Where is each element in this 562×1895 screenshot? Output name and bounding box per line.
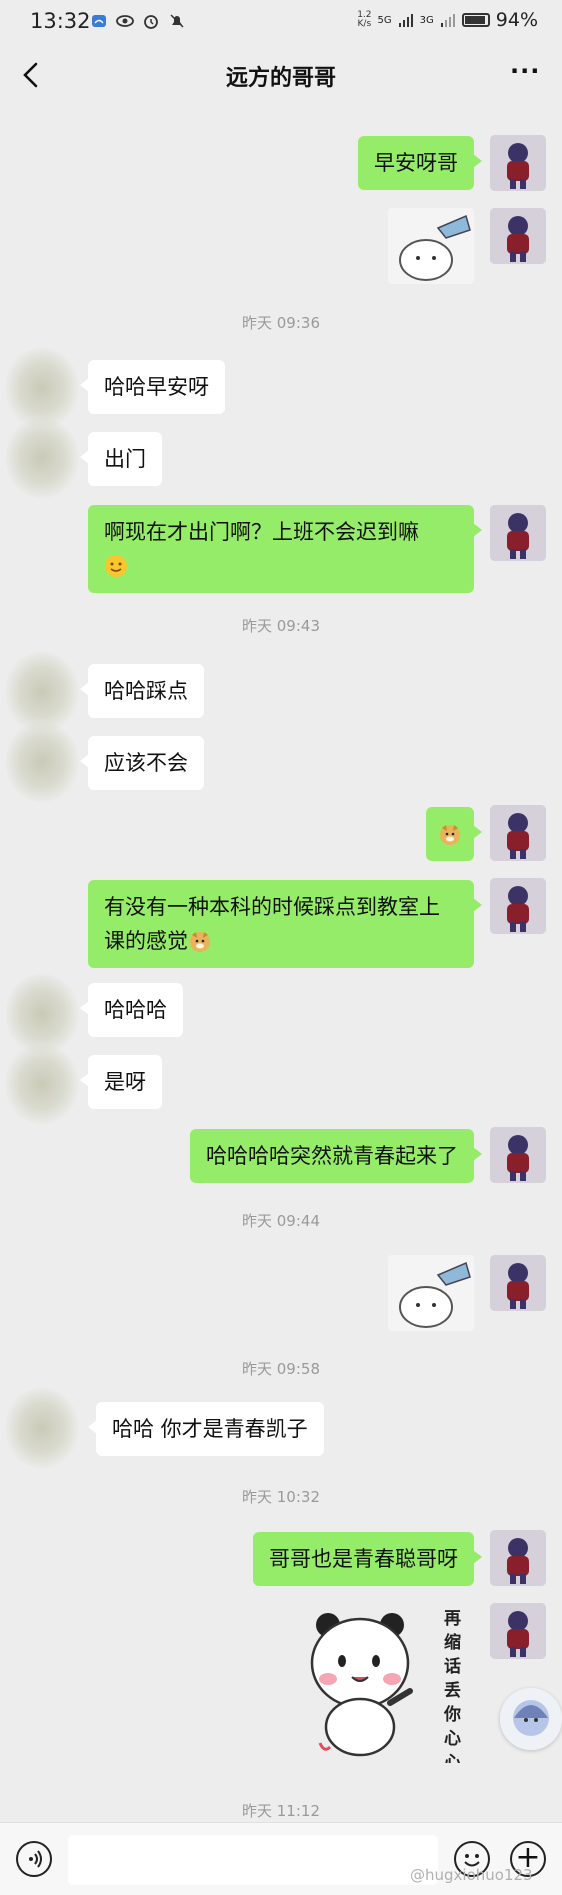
message-incoming[interactable]: 出门 [80,432,162,486]
avatar[interactable] [490,135,546,191]
status-time: 13:32 [30,9,91,33]
avatar[interactable] [490,208,546,264]
network-speed: 1.2 K/s [357,11,371,29]
signal-2-label: 3G [419,14,434,26]
avatar[interactable] [490,878,546,934]
avatar[interactable] [490,1255,546,1311]
voice-icon[interactable] [16,1841,52,1877]
avatar-figure-icon [490,805,546,861]
timestamp: 昨天 09:44 [242,1212,320,1230]
battery-icon [461,13,490,27]
avatar-figure-icon [490,135,546,191]
sticker-caption: 再缩话丢你心心哦 [444,1609,461,1763]
avatar[interactable] [490,805,546,861]
avatar-figure-icon [490,1530,546,1586]
chat-header: 远方的哥哥 ··· [0,42,562,108]
message-incoming[interactable]: 哈哈踩点 [80,664,204,718]
message-outgoing-emoji[interactable] [426,807,482,861]
avatar-figure-icon [490,878,546,934]
timestamp: 昨天 09:43 [242,617,320,635]
message-outgoing[interactable]: 有没有一种本科的时候踩点到教室上课的感觉 [88,880,482,968]
doge-emoji-icon [190,932,210,952]
sticker-pat-head[interactable] [388,208,474,284]
smile-emoji-icon [105,555,127,577]
battery-percent: 94% [495,9,538,31]
sticker-panda[interactable]: 再缩话丢你心心哦 [300,1603,476,1763]
timestamp: 昨天 09:58 [242,1360,320,1378]
message-outgoing[interactable]: 啊现在才出门啊？上班不会迟到嘛 [88,505,482,593]
avatar[interactable] [490,1127,546,1183]
message-outgoing[interactable]: 哈哈哈哈突然就青春起来了 [190,1129,482,1183]
avatar[interactable] [490,1603,546,1659]
message-incoming[interactable]: 应该不会 [80,736,204,790]
message-incoming[interactable]: 哈哈 你才是青春凯子 [88,1402,324,1456]
floating-avatar-widget[interactable] [500,1688,562,1750]
message-incoming[interactable]: 哈哈早安呀 [80,360,225,414]
contact-avatar-blurred[interactable] [6,418,78,498]
status-bar: 13:32 1.2 K/s 5G 3G 94% [0,0,562,42]
bear-pat-sticker-icon [388,1255,474,1331]
mute-bell-icon [170,14,184,28]
message-incoming[interactable]: 哈哈哈 [80,983,183,1037]
status-right: 1.2 K/s 5G 3G 94% [357,9,538,31]
timestamp: 昨天 11:12 [242,1802,320,1820]
alarm-icon [144,15,158,29]
message-input[interactable] [68,1835,438,1885]
input-bar: + [0,1822,562,1895]
timestamp: 昨天 09:36 [242,314,320,332]
avatar-figure-icon [490,1255,546,1311]
signal-icon [398,14,413,27]
avatar-figure-icon [490,1127,546,1183]
more-dots-icon[interactable]: ··· [510,59,540,90]
avatar-figure-icon [490,208,546,264]
anime-avatar-icon [500,1688,562,1750]
signal-2-icon [440,14,455,27]
message-outgoing[interactable]: 早安呀哥 [358,136,482,190]
watermark: @hugxiohuo123 [410,1866,533,1884]
avatar[interactable] [490,505,546,561]
bear-pat-sticker-icon [388,208,474,284]
contact-avatar-blurred[interactable] [6,652,78,732]
contact-avatar-blurred[interactable] [6,974,78,1054]
avatar[interactable] [490,1530,546,1586]
cloud-icon [92,15,106,27]
contact-avatar-blurred[interactable] [6,722,78,802]
sticker-pat-head[interactable] [388,1255,474,1331]
message-text: 有没有一种本科的时候踩点到教室上课的感觉 [104,895,440,953]
message-outgoing[interactable]: 哥哥也是青春聪哥呀 [253,1532,482,1586]
contact-avatar-blurred[interactable] [6,348,78,428]
signal-1-label: 5G [377,14,392,26]
contact-avatar-blurred[interactable] [6,1044,78,1124]
eye-icon [116,15,134,27]
timestamp: 昨天 10:32 [242,1488,320,1506]
message-incoming[interactable]: 是呀 [80,1055,162,1109]
message-text: 啊现在才出门啊？上班不会迟到嘛 [104,520,419,544]
voice-wave-glyph [29,1850,42,1868]
avatar-figure-icon [490,1603,546,1659]
doge-emoji-icon [440,825,460,845]
contact-avatar-blurred[interactable] [6,1388,78,1468]
chat-title: 远方的哥哥 [225,66,336,91]
avatar-figure-icon [490,505,546,561]
net-speed-unit: K/s [357,19,372,29]
status-left-icons [90,12,186,30]
